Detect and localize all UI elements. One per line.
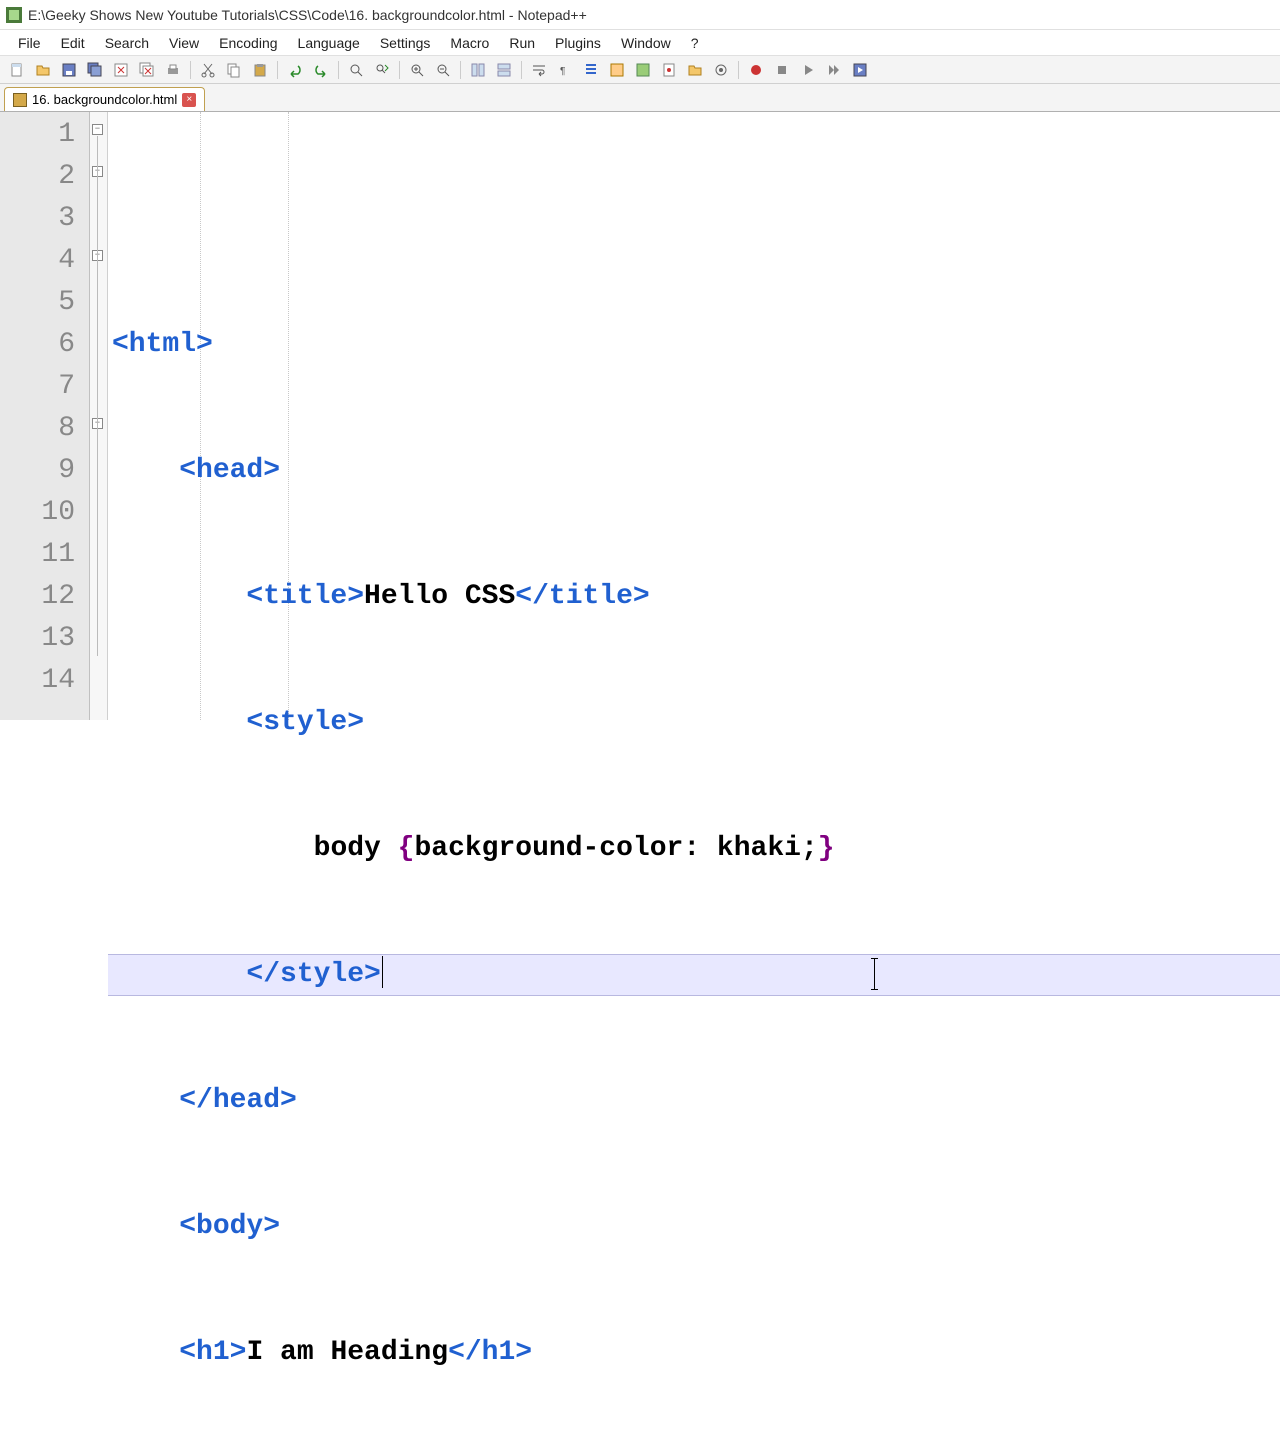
code-area[interactable]: <html> <head> <title>Hello CSS</title> <… [108, 112, 1280, 720]
indent-guide [288, 112, 289, 720]
line-number: 7 [0, 366, 75, 408]
code-line[interactable]: <h1>I am Heading</h1> [108, 1332, 1280, 1374]
menu-language[interactable]: Language [288, 32, 370, 54]
zoom-out-button[interactable] [432, 59, 454, 81]
fold-column [90, 112, 108, 720]
find-button[interactable] [345, 59, 367, 81]
line-number: 9 [0, 450, 75, 492]
toolbar-separator [738, 61, 739, 79]
new-file-button[interactable] [6, 59, 28, 81]
redo-button[interactable] [310, 59, 332, 81]
menu-file[interactable]: File [8, 32, 51, 54]
open-file-button[interactable] [32, 59, 54, 81]
save-all-button[interactable] [84, 59, 106, 81]
print-button[interactable] [162, 59, 184, 81]
editor[interactable]: 1 2 3 4 5 6 7 8 9 10 11 12 13 14 <html> … [0, 112, 1280, 720]
code-line[interactable]: <html> [108, 324, 1280, 366]
line-number: 6 [0, 324, 75, 366]
replace-button[interactable] [371, 59, 393, 81]
save-button[interactable] [58, 59, 80, 81]
tab-label: 16. backgroundcolor.html [32, 92, 177, 107]
doc-map-button[interactable] [632, 59, 654, 81]
sync-h-button[interactable] [493, 59, 515, 81]
fold-guide-line [97, 136, 98, 656]
indent-guide-button[interactable] [580, 59, 602, 81]
toolbar-separator [460, 61, 461, 79]
line-number: 12 [0, 576, 75, 618]
tab-close-button[interactable]: × [182, 93, 196, 107]
menu-search[interactable]: Search [95, 32, 159, 54]
code-line[interactable]: body {background-color: khaki;} [108, 828, 1280, 870]
tab-file[interactable]: 16. backgroundcolor.html × [4, 87, 205, 111]
app-icon [6, 7, 22, 23]
func-list-button[interactable] [684, 59, 706, 81]
wordwrap-button[interactable] [528, 59, 550, 81]
line-number: 3 [0, 198, 75, 240]
monitor-button[interactable] [710, 59, 732, 81]
line-number: 4 [0, 240, 75, 282]
doc-list-button[interactable] [658, 59, 680, 81]
toolbar: ¶ [0, 56, 1280, 84]
text-cursor-icon [874, 958, 875, 990]
menu-help[interactable]: ? [681, 32, 709, 54]
menu-window[interactable]: Window [611, 32, 681, 54]
toolbar-separator [521, 61, 522, 79]
record-button[interactable] [745, 59, 767, 81]
close-button[interactable] [110, 59, 132, 81]
toolbar-separator [190, 61, 191, 79]
line-number: 14 [0, 660, 75, 702]
undo-button[interactable] [284, 59, 306, 81]
line-number: 8 [0, 408, 75, 450]
menu-view[interactable]: View [159, 32, 209, 54]
fold-toggle-icon[interactable] [92, 124, 103, 135]
cut-button[interactable] [197, 59, 219, 81]
window-title: E:\Geeky Shows New Youtube Tutorials\CSS… [28, 7, 587, 23]
text-caret [382, 956, 383, 988]
title-bar: E:\Geeky Shows New Youtube Tutorials\CSS… [0, 0, 1280, 30]
code-line-current[interactable]: </style> [108, 954, 1280, 996]
code-line[interactable]: <body> [108, 1206, 1280, 1248]
line-number: 2 [0, 156, 75, 198]
paste-button[interactable] [249, 59, 271, 81]
stop-button[interactable] [771, 59, 793, 81]
menu-settings[interactable]: Settings [370, 32, 441, 54]
tab-bar: 16. backgroundcolor.html × [0, 84, 1280, 112]
line-number: 10 [0, 492, 75, 534]
menu-plugins[interactable]: Plugins [545, 32, 611, 54]
code-line[interactable]: <title>Hello CSS</title> [108, 576, 1280, 618]
line-number: 13 [0, 618, 75, 660]
close-all-button[interactable] [136, 59, 158, 81]
toolbar-separator [338, 61, 339, 79]
udl-button[interactable] [606, 59, 628, 81]
sync-v-button[interactable] [467, 59, 489, 81]
code-line[interactable]: </head> [108, 1080, 1280, 1122]
save-macro-button[interactable] [849, 59, 871, 81]
menu-bar: File Edit Search View Encoding Language … [0, 30, 1280, 56]
toolbar-separator [277, 61, 278, 79]
zoom-in-button[interactable] [406, 59, 428, 81]
menu-run[interactable]: Run [499, 32, 545, 54]
line-number: 11 [0, 534, 75, 576]
menu-encoding[interactable]: Encoding [209, 32, 287, 54]
code-line[interactable]: <head> [108, 450, 1280, 492]
menu-macro[interactable]: Macro [440, 32, 499, 54]
line-number-gutter: 1 2 3 4 5 6 7 8 9 10 11 12 13 14 [0, 112, 90, 720]
indent-guide [200, 112, 201, 720]
line-number: 1 [0, 114, 75, 156]
copy-button[interactable] [223, 59, 245, 81]
file-icon [13, 93, 27, 107]
play-multi-button[interactable] [823, 59, 845, 81]
play-button[interactable] [797, 59, 819, 81]
menu-edit[interactable]: Edit [51, 32, 95, 54]
show-all-button[interactable]: ¶ [554, 59, 576, 81]
toolbar-separator [399, 61, 400, 79]
svg-text:¶: ¶ [560, 66, 565, 77]
line-number: 5 [0, 282, 75, 324]
code-line[interactable]: <style> [108, 702, 1280, 744]
